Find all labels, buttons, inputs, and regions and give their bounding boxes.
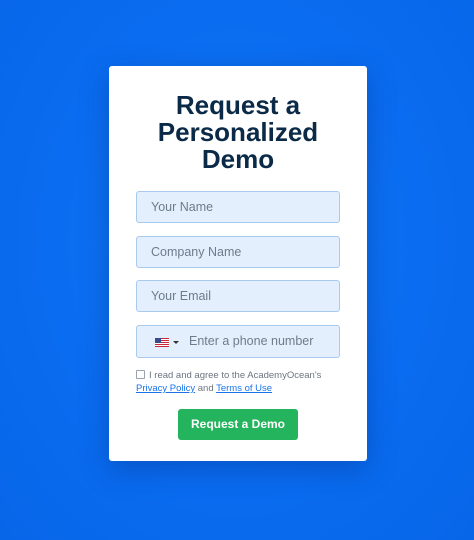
form-title: Request a Personalized Demo <box>109 92 367 173</box>
request-demo-button[interactable]: Request a Demo <box>178 409 298 440</box>
title-line-2: Personalized <box>157 117 319 147</box>
privacy-policy-link[interactable]: Privacy Policy <box>136 383 195 394</box>
name-input[interactable]: Your Name <box>136 191 340 223</box>
phone-input[interactable]: Enter a phone number <box>136 325 340 358</box>
email-placeholder: Your Email <box>151 289 211 303</box>
us-flag-icon <box>155 338 169 347</box>
consent-text: I read and agree to the AcademyOcean's <box>149 370 322 381</box>
phone-placeholder: Enter a phone number <box>189 334 314 348</box>
and-text: and <box>197 383 214 394</box>
company-input[interactable]: Company Name <box>136 236 340 268</box>
company-placeholder: Company Name <box>151 245 242 259</box>
name-placeholder: Your Name <box>151 200 214 214</box>
consent-checkbox[interactable] <box>136 370 145 379</box>
chevron-down-icon <box>173 341 179 344</box>
email-input[interactable]: Your Email <box>136 280 340 312</box>
terms-of-use-link[interactable]: Terms of Use <box>216 383 272 394</box>
consent-row: I read and agree to the AcademyOcean's P… <box>136 369 346 395</box>
title-line-1: Request a <box>175 90 301 120</box>
country-selector[interactable] <box>155 338 179 347</box>
title-line-3: Demo <box>201 144 275 174</box>
demo-request-card: Request a Personalized Demo Your Name Co… <box>109 66 367 461</box>
